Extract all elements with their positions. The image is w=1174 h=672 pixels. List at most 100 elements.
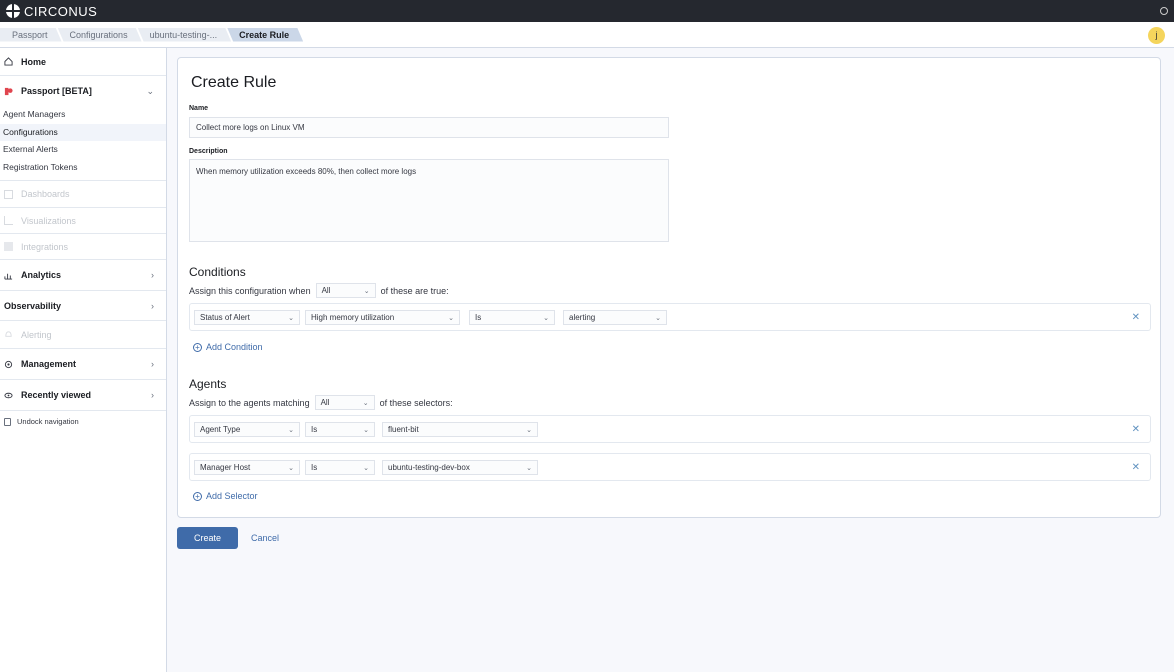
help-icon[interactable] [1160, 7, 1168, 15]
description-label: Description [189, 148, 228, 155]
circonus-logo-icon [6, 4, 20, 18]
name-field[interactable]: Collect more logs on Linux VM [189, 117, 669, 138]
chevron-right-icon: › [151, 300, 154, 311]
sidebar-item-label: Alerting [21, 329, 52, 340]
condition-field-select[interactable]: Status of Alert ⌄ [194, 310, 300, 325]
selector-operator-value: Is [311, 463, 318, 472]
chevron-down-icon: ⌄ [526, 426, 532, 434]
eye-icon [4, 392, 13, 398]
selector-operator-select[interactable]: Is ⌄ [305, 460, 375, 475]
agents-suffix: of these selectors: [379, 397, 453, 408]
condition-state-select[interactable]: alerting ⌄ [563, 310, 667, 325]
add-selector-button[interactable]: + Add Selector [193, 491, 258, 501]
bell-icon [5, 331, 12, 337]
condition-field-value: Status of Alert [200, 313, 250, 322]
add-selector-label: Add Selector [206, 491, 258, 501]
sidebar-item-agent-managers[interactable]: Agent Managers [0, 106, 166, 124]
sidebar-item-registration-tokens[interactable]: Registration Tokens [0, 159, 166, 177]
dashboard-icon [4, 189, 13, 199]
name-label: Name [189, 105, 209, 112]
sidebar-item-label: Recently viewed [21, 390, 92, 400]
selector-row: Agent Type ⌄ Is ⌄ fluent-bit ⌄ ✕ [189, 415, 1151, 443]
create-button[interactable]: Create [177, 527, 238, 549]
selector-field-value: Manager Host [200, 463, 251, 472]
remove-selector-icon[interactable]: ✕ [1132, 424, 1140, 435]
analytics-icon [4, 273, 13, 280]
chevron-down-icon: ⌄ [526, 464, 532, 472]
sidebar-item-management[interactable]: Management › [0, 349, 166, 380]
chevron-down-icon: ⌄ [146, 85, 154, 96]
chevron-down-icon: ⌄ [363, 287, 370, 295]
selector-value-select[interactable]: ubuntu-testing-dev-box ⌄ [382, 460, 538, 475]
selector-value-select[interactable]: fluent-bit ⌄ [382, 422, 538, 437]
plus-circle-icon: + [193, 491, 202, 501]
sidebar-item-visualizations[interactable]: Visualizations [0, 208, 166, 234]
selector-field-select[interactable]: Manager Host ⌄ [194, 460, 300, 475]
breadcrumb: Passport Configurations ubuntu-testing-.… [0, 22, 1174, 48]
sidebar-item-recently-viewed[interactable]: Recently viewed › [0, 380, 166, 411]
sidebar-item-alerting[interactable]: Alerting [0, 321, 166, 349]
remove-selector-icon[interactable]: ✕ [1132, 462, 1140, 473]
sidebar-item-analytics[interactable]: Analytics › [0, 260, 166, 291]
sidebar-item-dashboards[interactable]: Dashboards [0, 181, 166, 208]
chevron-down-icon: ⌄ [543, 314, 549, 322]
visualize-icon [4, 216, 13, 225]
sidebar-item-home[interactable]: Home [0, 48, 166, 76]
agents-match-select[interactable]: All ⌄ [314, 395, 375, 410]
sidebar-item-passport[interactable]: Passport [BETA] ⌄ [0, 76, 166, 106]
sidebar-item-configurations[interactable]: Configurations [0, 123, 166, 141]
undock-navigation-button[interactable]: Undock navigation [0, 411, 166, 432]
selector-operator-select[interactable]: Is ⌄ [305, 422, 375, 437]
passport-icon [4, 87, 13, 95]
sidebar-item-label: Dashboards [21, 189, 70, 199]
chevron-down-icon: ⌄ [288, 464, 294, 472]
circonus-logo[interactable]: CIRCONUS [6, 4, 97, 19]
add-condition-button[interactable]: + Add Condition [193, 342, 263, 352]
sidebar-item-external-alerts[interactable]: External Alerts [0, 141, 166, 159]
agents-sentence: Assign to the agents matching All ⌄ of th… [189, 395, 453, 410]
description-field[interactable]: When memory utilization exceeds 80%, the… [189, 159, 669, 242]
top-bar: CIRCONUS [0, 0, 1174, 22]
page-title: Create Rule [191, 74, 277, 91]
agents-heading: Agents [189, 377, 227, 391]
conditions-match-value: All [321, 286, 331, 295]
undock-label: Undock navigation [17, 417, 79, 426]
cancel-button[interactable]: Cancel [251, 527, 279, 549]
sidebar-item-label: Management [21, 359, 77, 369]
selector-field-value: Agent Type [200, 425, 241, 434]
sidebar-item-label: Home [21, 56, 47, 67]
chevron-down-icon: ⌄ [448, 314, 454, 322]
sidebar-item-observability[interactable]: Observability › [0, 291, 166, 321]
selector-operator-value: Is [311, 425, 318, 434]
lock-icon [4, 417, 11, 426]
condition-value-value: High memory utilization [311, 313, 395, 322]
sidebar: Home Passport [BETA] ⌄ Agent Managers Co… [0, 48, 167, 672]
avatar[interactable]: j [1148, 27, 1165, 44]
gear-icon [4, 360, 13, 368]
create-rule-panel: Create Rule Name Collect more logs on Li… [177, 57, 1161, 518]
breadcrumb-configurations[interactable]: Configurations [58, 28, 142, 42]
home-icon [4, 57, 13, 66]
chevron-down-icon: ⌄ [655, 314, 661, 322]
sidebar-item-integrations[interactable]: Integrations [0, 234, 166, 260]
condition-state-value: alerting [569, 313, 596, 322]
condition-value-select[interactable]: High memory utilization ⌄ [305, 310, 460, 325]
plus-circle-icon: + [193, 342, 202, 352]
integrations-icon [4, 242, 13, 251]
condition-operator-select[interactable]: Is ⌄ [469, 310, 555, 325]
conditions-suffix: of these are true: [380, 285, 449, 296]
breadcrumb-configuration[interactable]: ubuntu-testing-... [138, 28, 232, 42]
remove-condition-icon[interactable]: ✕ [1132, 312, 1140, 323]
conditions-match-select[interactable]: All ⌄ [315, 283, 376, 298]
breadcrumb-passport[interactable]: Passport [0, 28, 62, 42]
selector-field-select[interactable]: Agent Type ⌄ [194, 422, 300, 437]
chevron-down-icon: ⌄ [362, 399, 369, 407]
agents-match-value: All [320, 398, 330, 407]
selector-value-value: fluent-bit [388, 425, 419, 434]
conditions-sentence: Assign this configuration when All ⌄ of t… [189, 283, 449, 298]
breadcrumb-create-rule: Create Rule [227, 28, 303, 42]
selector-row: Manager Host ⌄ Is ⌄ ubuntu-testing-dev-box… [189, 453, 1151, 481]
passport-submenu: Agent Managers Configurations External A… [0, 106, 166, 181]
sidebar-item-label: Passport [BETA] [21, 86, 92, 96]
chevron-right-icon: › [151, 390, 154, 400]
